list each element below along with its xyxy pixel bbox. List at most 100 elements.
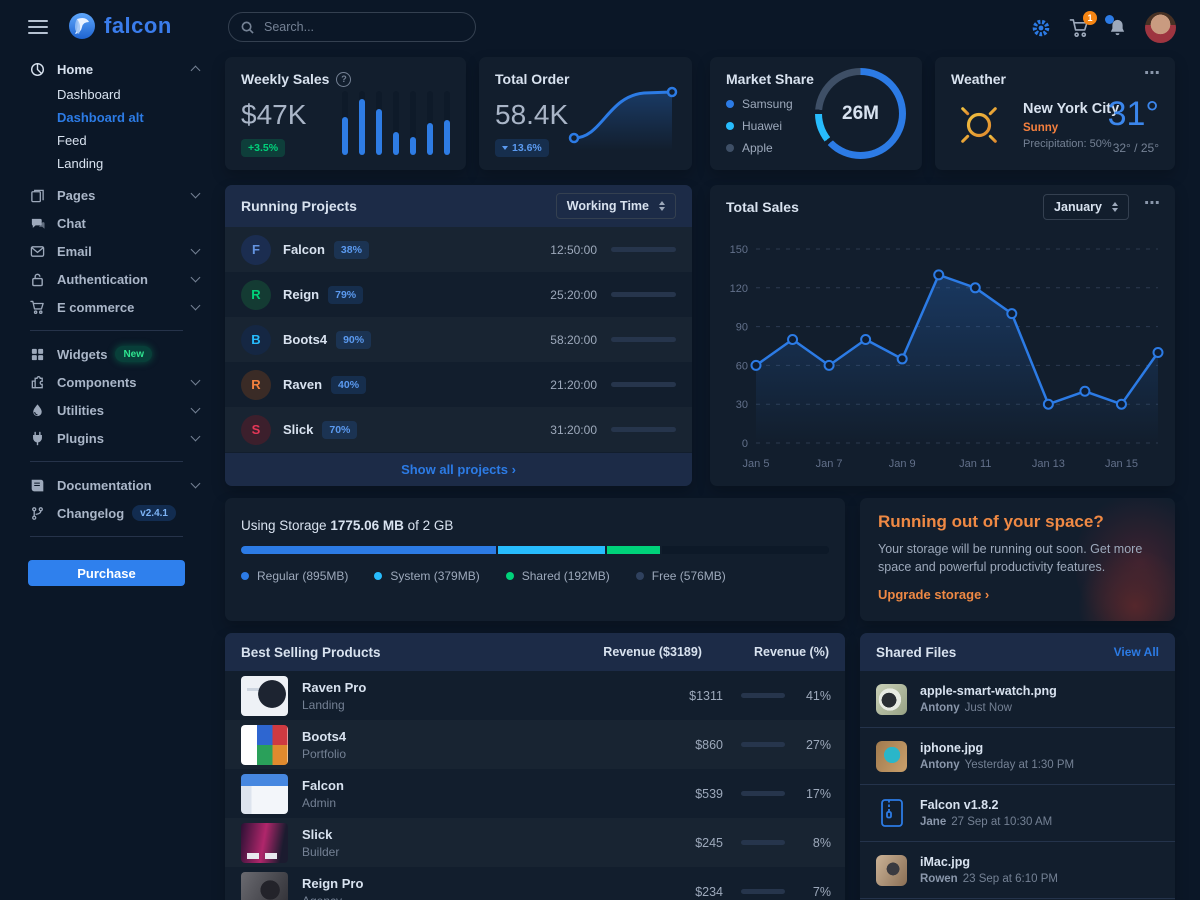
svg-text:Jan 7: Jan 7 bbox=[816, 458, 843, 470]
sidebar-item-email[interactable]: Email bbox=[0, 237, 213, 265]
chevron-down-icon bbox=[191, 245, 201, 255]
card-title: Market Share bbox=[726, 71, 814, 87]
sidebar-item-widgets[interactable]: Widgets New bbox=[0, 340, 213, 368]
dashboard-page: falcon 1 bbox=[0, 0, 1200, 900]
notifications-bell-icon[interactable] bbox=[1108, 18, 1127, 38]
column-header-revenue: Revenue ($3189) bbox=[603, 645, 702, 659]
show-all-projects-link[interactable]: Show all projects › bbox=[401, 462, 516, 477]
user-avatar[interactable] bbox=[1145, 12, 1176, 43]
sidebar-item-documentation[interactable]: Documentation bbox=[0, 471, 213, 499]
sidebar-item-components[interactable]: Components bbox=[0, 368, 213, 396]
legend-dot bbox=[726, 100, 734, 108]
project-avatar: R bbox=[241, 280, 271, 310]
upgrade-storage-link[interactable]: Upgrade storage › bbox=[878, 587, 1148, 602]
product-category[interactable]: Admin bbox=[302, 796, 344, 810]
sidebar-subitem-dashboard-alt[interactable]: Dashboard alt bbox=[0, 106, 213, 129]
product-revenue: $234 bbox=[671, 885, 723, 899]
project-progress bbox=[611, 292, 676, 297]
sidebar-item-changelog[interactable]: Changelog v2.4.1 bbox=[0, 499, 213, 527]
file-user: Jane bbox=[920, 816, 946, 828]
project-pct-badge: 40% bbox=[331, 376, 366, 394]
brand-logo[interactable]: falcon bbox=[68, 12, 172, 40]
file-name[interactable]: Falcon v1.8.2 bbox=[920, 798, 1052, 812]
caret-down-icon bbox=[502, 146, 508, 150]
product-thumbnail bbox=[241, 725, 288, 765]
search-box[interactable] bbox=[228, 12, 476, 42]
search-icon bbox=[241, 21, 254, 34]
project-name[interactable]: Falcon bbox=[283, 242, 325, 257]
sidebar-item-pages[interactable]: Pages bbox=[0, 181, 213, 209]
file-time: Just Now bbox=[965, 702, 1012, 714]
project-name[interactable]: Reign bbox=[283, 287, 319, 302]
card-menu-icon[interactable]: ⋯ bbox=[1144, 199, 1161, 209]
project-time: 12:50:00 bbox=[550, 243, 597, 257]
svg-text:150: 150 bbox=[730, 244, 748, 256]
product-name[interactable]: Slick bbox=[302, 827, 339, 842]
market-share-legend: Samsung Huawei Apple bbox=[726, 97, 793, 155]
sidebar-item-ecommerce[interactable]: E commerce bbox=[0, 293, 213, 321]
storage-legend: Regular (895MB) System (379MB) Shared (1… bbox=[241, 569, 829, 583]
file-name[interactable]: apple-smart-watch.png bbox=[920, 684, 1057, 698]
donut-center-label: 26M bbox=[842, 103, 879, 125]
product-category[interactable]: Agency bbox=[302, 894, 363, 900]
project-name[interactable]: Raven bbox=[283, 377, 322, 392]
file-time: Yesterday at 1:30 PM bbox=[965, 759, 1075, 771]
chevron-up-icon bbox=[191, 66, 201, 76]
hamburger-menu-icon[interactable] bbox=[28, 20, 48, 34]
plug-icon bbox=[30, 431, 46, 446]
legend-dot bbox=[506, 572, 514, 580]
product-thumbnail bbox=[241, 676, 288, 716]
top-navbar: falcon 1 bbox=[0, 0, 1200, 55]
file-user: Antony bbox=[920, 702, 960, 714]
product-progress bbox=[741, 693, 785, 698]
product-pct: 27% bbox=[797, 738, 831, 752]
notification-dot bbox=[1105, 15, 1114, 24]
product-name[interactable]: Boots4 bbox=[302, 729, 346, 744]
search-input[interactable] bbox=[262, 19, 463, 35]
project-progress bbox=[611, 337, 676, 342]
sidebar-subitem-landing[interactable]: Landing bbox=[0, 152, 213, 175]
project-avatar: S bbox=[241, 415, 271, 445]
product-name[interactable]: Reign Pro bbox=[302, 876, 363, 891]
project-name[interactable]: Slick bbox=[283, 422, 313, 437]
chevron-down-icon bbox=[191, 301, 201, 311]
sidebar-nav: Home Dashboard Dashboard alt Feed Landin… bbox=[0, 55, 213, 586]
cart-icon[interactable]: 1 bbox=[1069, 18, 1090, 38]
weekly-sales-bar-chart bbox=[342, 91, 450, 155]
view-all-link[interactable]: View All bbox=[1114, 645, 1159, 659]
product-category[interactable]: Portfolio bbox=[302, 747, 346, 761]
product-name[interactable]: Raven Pro bbox=[302, 680, 366, 695]
sidebar-subitem-dashboard[interactable]: Dashboard bbox=[0, 83, 213, 106]
space-warning-title: Running out of your space? bbox=[878, 512, 1148, 532]
product-category[interactable]: Builder bbox=[302, 845, 339, 859]
sidebar-subitem-feed[interactable]: Feed bbox=[0, 129, 213, 152]
sidebar-item-utilities[interactable]: Utilities bbox=[0, 396, 213, 424]
sidebar-item-home[interactable]: Home bbox=[0, 55, 213, 83]
file-name[interactable]: iphone.jpg bbox=[920, 741, 1074, 755]
product-progress bbox=[741, 889, 785, 894]
weather-condition: Sunny bbox=[1023, 122, 1119, 134]
weather-card: Weather ⋯ New York City Sunny Precipitat… bbox=[935, 57, 1175, 170]
month-select[interactable]: January bbox=[1043, 194, 1129, 220]
card-menu-icon[interactable]: ⋯ bbox=[1144, 69, 1161, 79]
working-time-select[interactable]: Working Time bbox=[556, 193, 676, 219]
info-icon[interactable]: ? bbox=[336, 72, 351, 87]
product-category[interactable]: Landing bbox=[302, 698, 366, 712]
legend-dot bbox=[726, 122, 734, 130]
total-order-trend-chart bbox=[564, 81, 682, 158]
product-name[interactable]: Falcon bbox=[302, 778, 344, 793]
version-badge: v2.4.1 bbox=[132, 505, 176, 521]
sidebar-item-plugins[interactable]: Plugins bbox=[0, 424, 213, 452]
sidebar-item-chat[interactable]: Chat bbox=[0, 209, 213, 237]
product-revenue: $539 bbox=[671, 787, 723, 801]
file-name[interactable]: iMac.jpg bbox=[920, 855, 1058, 869]
settings-gear-icon[interactable] bbox=[1031, 18, 1051, 38]
chevron-down-icon bbox=[191, 376, 201, 386]
zip-file-icon bbox=[876, 798, 907, 829]
project-row: S Slick 70% 31:20:00 bbox=[225, 407, 692, 452]
project-name[interactable]: Boots4 bbox=[283, 332, 327, 347]
sidebar-item-authentication[interactable]: Authentication bbox=[0, 265, 213, 293]
project-avatar: F bbox=[241, 235, 271, 265]
purchase-button[interactable]: Purchase bbox=[28, 560, 185, 586]
project-row: B Boots4 90% 58:20:00 bbox=[225, 317, 692, 362]
